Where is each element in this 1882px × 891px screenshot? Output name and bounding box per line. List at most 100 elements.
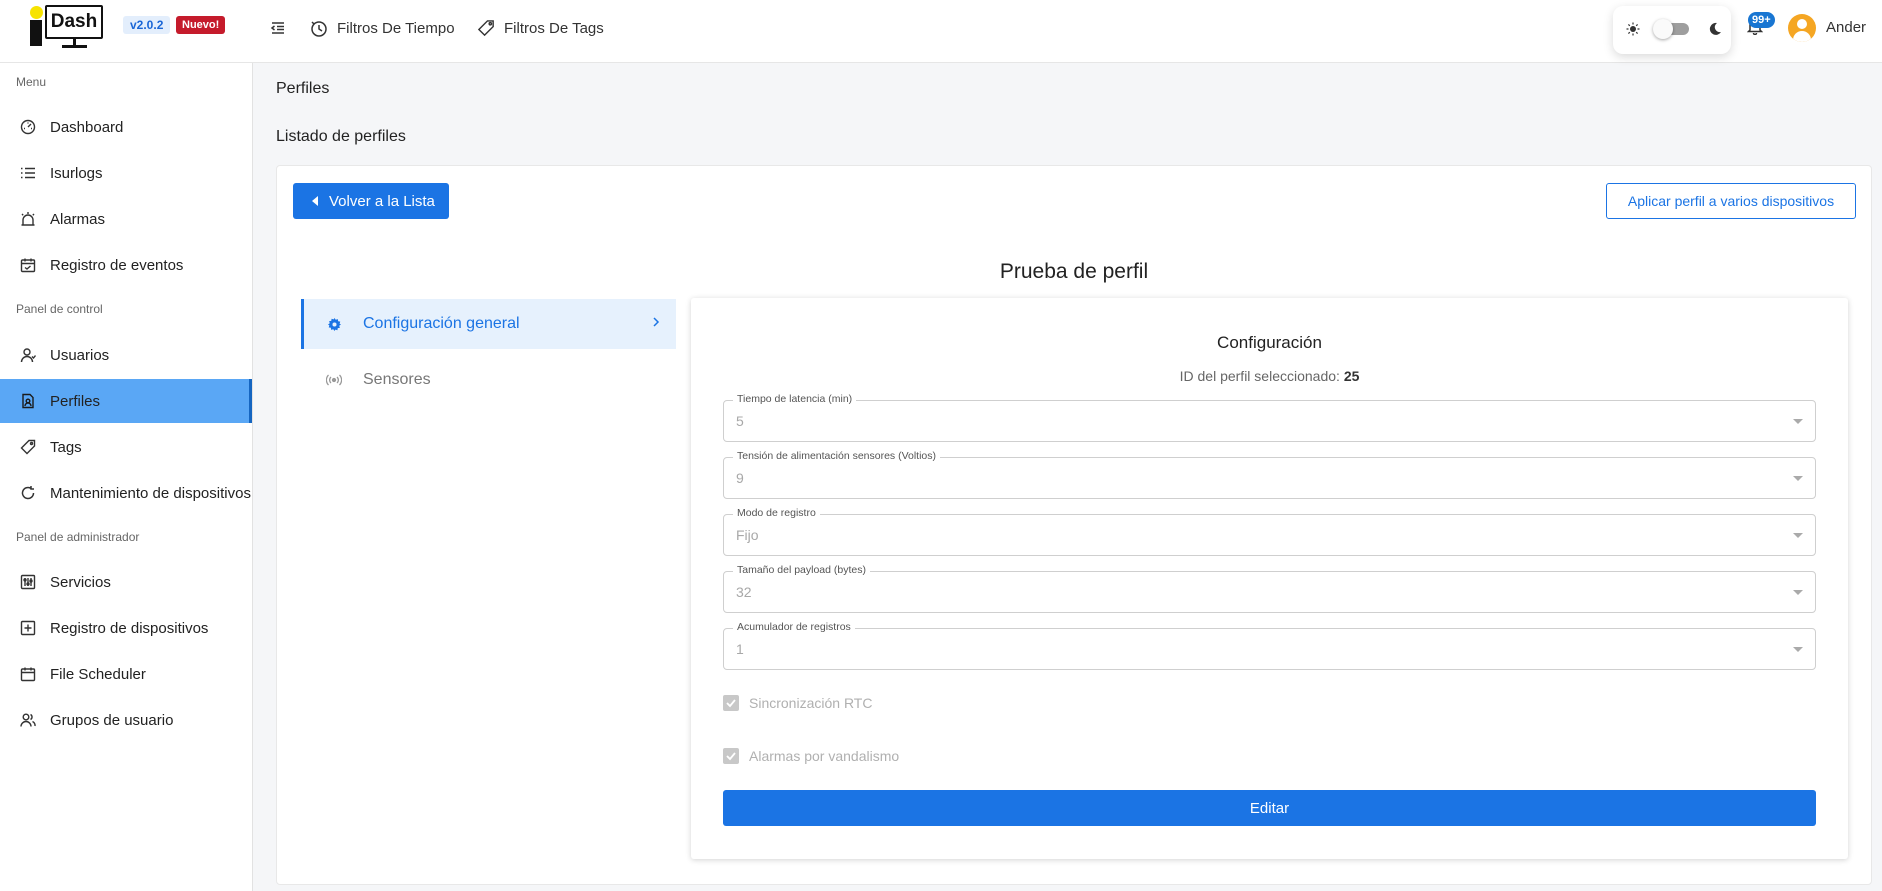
calendar-check-icon	[20, 258, 36, 273]
field-value: Fijo	[736, 527, 759, 543]
tab-label: Configuración general	[363, 315, 520, 332]
back-to-list-label: Volver a la Lista	[329, 192, 435, 210]
app-logo[interactable]: Dash	[26, 4, 106, 48]
sidebar-item-registro-eventos[interactable]: Registro de eventos	[0, 243, 252, 287]
sidebar-item-registro-dispositivos[interactable]: Registro de dispositivos	[0, 606, 252, 650]
latency-select[interactable]: Tiempo de latencia (min) 5	[723, 393, 1816, 442]
tab-configuracion-general[interactable]: Configuración general	[301, 299, 676, 349]
list-icon	[21, 167, 35, 179]
alarm-icon	[21, 212, 35, 226]
gear-icon	[327, 317, 341, 331]
sidebar-item-label: Registro de dispositivos	[50, 619, 209, 637]
sidebar-item-file-scheduler[interactable]: File Scheduler	[0, 652, 252, 696]
sidebar-item-dashboard[interactable]: Dashboard	[0, 105, 252, 149]
new-badge: Nuevo!	[176, 16, 226, 34]
profile-name: Prueba de perfil	[999, 260, 1149, 283]
profile-id: ID del perfil seleccionado: 25	[691, 368, 1848, 384]
tab-label: Sensores	[363, 371, 431, 388]
profile-id-label: ID del perfil seleccionado:	[1179, 368, 1340, 384]
record-mode-select[interactable]: Modo de registro Fijo	[723, 507, 1816, 556]
checkbox-label: Sincronización RTC	[749, 695, 873, 711]
tab-sensores[interactable]: Sensores	[301, 355, 676, 405]
payload-size-select[interactable]: Tamaño del payload (bytes) 32	[723, 564, 1816, 613]
check-icon	[726, 699, 736, 708]
sidebar-item-label: Mantenimiento de dispositivos	[50, 484, 251, 502]
sidebar-item-label: File Scheduler	[50, 665, 146, 683]
top-bar: Dash v2.0.2 Nuevo! Filtros De Tiempo Fil…	[0, 0, 1882, 63]
sensor-voltage-select[interactable]: Tensión de alimentación sensores (Voltio…	[723, 450, 1816, 499]
time-filters-label: Filtros De Tiempo	[337, 19, 455, 37]
caret-down-icon	[1793, 476, 1803, 481]
check-icon	[726, 752, 736, 761]
sidebar-item-label: Dashboard	[50, 118, 124, 136]
rtc-sync-checkbox[interactable]: Sincronización RTC	[723, 693, 872, 713]
calendar-icon	[20, 667, 36, 682]
sidebar-item-label: Usuarios	[50, 346, 110, 364]
time-filters-button[interactable]: Filtros De Tiempo	[309, 14, 455, 42]
username[interactable]: Ander	[1826, 19, 1866, 36]
sidebar-item-label: Servicios	[50, 573, 111, 591]
sidebar: Menu Dashboard Isurlogs Alarmas Registro…	[0, 63, 253, 891]
vandalism-alarm-checkbox[interactable]: Alarmas por vandalismo	[723, 746, 899, 766]
page-title: Perfiles	[276, 80, 330, 97]
back-to-list-button[interactable]: Volver a la Lista	[293, 183, 449, 219]
record-accumulator-select[interactable]: Acumulador de registros 1	[723, 621, 1816, 670]
field-value: 32	[736, 584, 752, 600]
theme-toggle[interactable]	[1653, 19, 1691, 39]
plus-square-icon	[20, 620, 36, 636]
field-value: 1	[736, 641, 744, 657]
tag-icon	[20, 439, 36, 455]
sidebar-item-mantenimiento[interactable]: Mantenimiento de dispositivos	[0, 471, 252, 515]
field-value: 9	[736, 470, 744, 486]
checkbox-label: Alarmas por vandalismo	[749, 748, 900, 764]
field-label: Modo de registro	[733, 507, 820, 519]
edit-button[interactable]: Editar	[723, 790, 1816, 826]
caret-down-icon	[1793, 419, 1803, 424]
caret-down-icon	[1793, 590, 1803, 595]
caret-down-icon	[1793, 647, 1803, 652]
section-label-panel-admin: Panel de administrador	[16, 530, 140, 544]
field-label: Acumulador de registros	[733, 621, 855, 633]
logo-lamp	[30, 6, 43, 19]
sensor-signal-icon	[326, 374, 342, 386]
sidebar-item-perfiles[interactable]: Perfiles	[0, 379, 252, 423]
sidebar-item-label: Alarmas	[50, 210, 106, 228]
user-icon	[20, 348, 36, 363]
users-icon	[20, 713, 36, 727]
chevron-right-icon	[653, 317, 660, 327]
sidebar-item-usuarios[interactable]: Usuarios	[0, 333, 252, 377]
notification-badge: 99+	[1748, 12, 1775, 28]
field-label: Tensión de alimentación sensores (Voltio…	[733, 450, 941, 462]
moon-icon	[1709, 22, 1721, 35]
logo-text: Dash	[45, 5, 103, 39]
tag-filters-button[interactable]: Filtros De Tags	[477, 14, 604, 42]
sidebar-item-label: Isurlogs	[50, 164, 103, 182]
apply-profile-button[interactable]: Aplicar perfil a varios dispositivos	[1606, 183, 1856, 219]
sun-icon	[1626, 22, 1640, 36]
sidebar-item-grupos-usuario[interactable]: Grupos de usuario	[0, 698, 252, 742]
logo-stem	[30, 20, 42, 46]
sidebar-item-tags[interactable]: Tags	[0, 425, 252, 469]
sidebar-item-alarmas[interactable]: Alarmas	[0, 197, 252, 241]
section-label-panel-control: Panel de control	[16, 302, 103, 316]
sliders-icon	[20, 574, 36, 590]
field-label: Tiempo de latencia (min)	[733, 393, 857, 405]
sidebar-item-servicios[interactable]: Servicios	[0, 560, 252, 604]
checkbox-checked	[723, 695, 739, 711]
section-label-menu: Menu	[16, 75, 47, 89]
collapse-menu-button[interactable]	[270, 14, 286, 42]
caret-down-icon	[1793, 533, 1803, 538]
sidebar-item-label: Perfiles	[50, 392, 101, 410]
avatar[interactable]	[1788, 14, 1816, 42]
sidebar-item-label: Tags	[50, 438, 82, 456]
sidebar-item-isurlogs[interactable]: Isurlogs	[0, 151, 252, 195]
version-badge: v2.0.2	[123, 16, 171, 34]
sidebar-item-label: Registro de eventos	[50, 256, 184, 274]
field-label: Tamaño del payload (bytes)	[733, 564, 870, 576]
refresh-icon	[21, 486, 35, 500]
clock-filter-icon	[311, 21, 327, 37]
caret-left-icon	[312, 196, 318, 206]
list-title: Listado de perfiles	[276, 128, 406, 145]
gauge-icon	[20, 119, 36, 135]
menu-collapse-icon	[270, 22, 284, 34]
